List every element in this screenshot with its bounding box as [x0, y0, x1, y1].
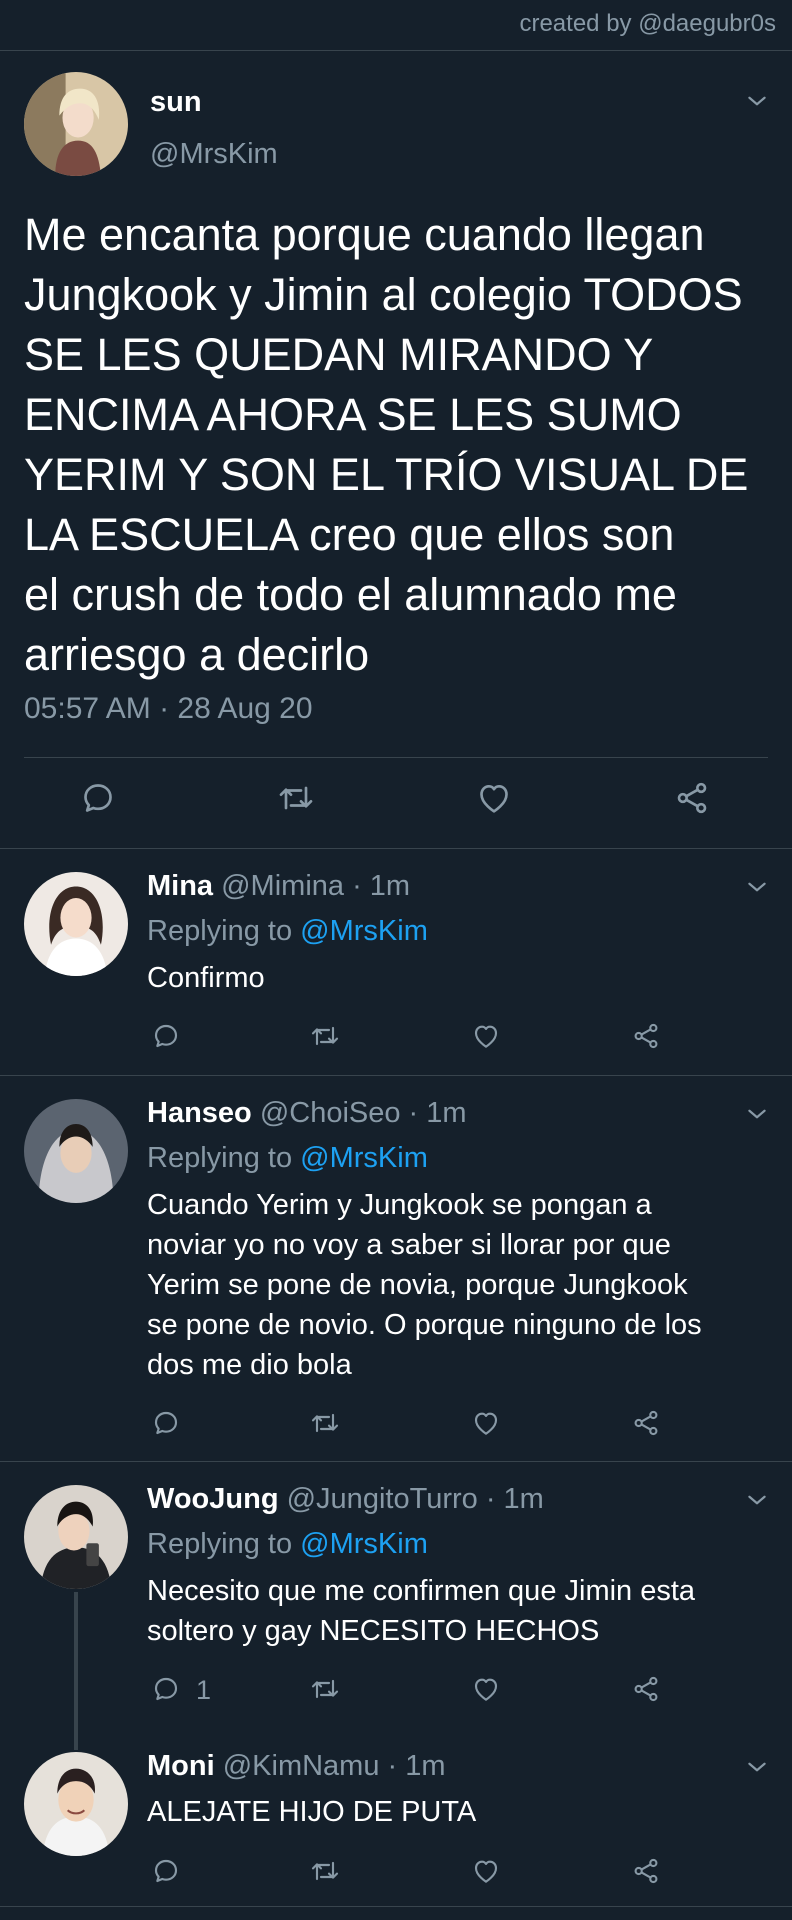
reply-icon[interactable] — [150, 1855, 182, 1887]
author-handle-time: @KimNamu · 1m — [214, 1750, 446, 1782]
tweet-timestamp[interactable]: 05:57 AM · 28 Aug 20 — [24, 692, 313, 726]
avatar[interactable] — [24, 1485, 128, 1589]
reply-count: 1 — [196, 1675, 212, 1705]
avatar[interactable] — [24, 72, 128, 176]
divider — [24, 757, 768, 758]
replying-to-link[interactable]: @MrsKim — [300, 1528, 428, 1560]
chevron-down-icon[interactable] — [744, 1101, 770, 1127]
retweet-icon[interactable] — [276, 778, 316, 818]
like-icon[interactable] — [470, 1407, 502, 1439]
reply-actions: 1 — [0, 1673, 792, 1713]
replying-to: Replying to @MrsKim — [147, 915, 428, 948]
avatar[interactable] — [24, 872, 128, 976]
divider — [0, 1461, 792, 1462]
share-icon[interactable] — [672, 778, 712, 818]
reply-tweet: Mina @Mimina · 1m Replying to @MrsKim Co… — [0, 850, 792, 1074]
chevron-down-icon[interactable] — [744, 88, 770, 114]
author-handle[interactable]: @MrsKim — [150, 138, 278, 171]
retweet-icon[interactable] — [309, 1020, 341, 1052]
chevron-down-icon[interactable] — [744, 1754, 770, 1780]
share-icon[interactable] — [630, 1673, 662, 1705]
retweet-icon[interactable] — [309, 1855, 341, 1887]
reply-actions — [0, 1020, 792, 1060]
reply-tweet: WooJung @JungitoTurro · 1m Replying to @… — [0, 1463, 792, 1753]
replying-to: Replying to @MrsKim — [147, 1528, 428, 1561]
divider — [0, 1075, 792, 1076]
reply-icon[interactable] — [78, 778, 118, 818]
reply-actions — [0, 1407, 792, 1447]
chevron-down-icon[interactable] — [744, 1487, 770, 1513]
author-name[interactable]: WooJung — [147, 1483, 279, 1515]
reply-tweet: Moni @KimNamu · 1m ALEJATE HIJO DE PUTA — [0, 1730, 792, 1910]
replying-to-link[interactable]: @MrsKim — [300, 915, 428, 947]
like-icon[interactable] — [470, 1673, 502, 1705]
credit-text: created by @daegubr0s — [519, 10, 776, 37]
replying-to-label: Replying to — [147, 915, 301, 947]
top-divider — [0, 50, 792, 51]
chevron-down-icon[interactable] — [744, 874, 770, 900]
reply-text: Cuando Yerim y Jungkook se pongan a novi… — [147, 1189, 702, 1381]
author-handle-time: @JungitoTurro · 1m — [278, 1483, 544, 1515]
author-name[interactable]: Moni — [147, 1750, 215, 1782]
replying-to-link[interactable]: @MrsKim — [300, 1142, 428, 1174]
retweet-icon[interactable] — [309, 1407, 341, 1439]
tweet-text: Me encanta porque cuando llegan Jungkook… — [24, 209, 749, 680]
avatar[interactable] — [24, 1099, 128, 1203]
divider — [0, 848, 792, 849]
replying-to: Replying to @MrsKim — [147, 1142, 428, 1175]
retweet-icon[interactable] — [309, 1673, 341, 1705]
share-icon[interactable] — [630, 1855, 662, 1887]
reply-tweet: Hanseo @ChoiSeo · 1m Replying to @MrsKim… — [0, 1077, 792, 1460]
reply-actions — [0, 1855, 792, 1895]
like-icon[interactable] — [474, 778, 514, 818]
like-icon[interactable] — [470, 1020, 502, 1052]
replying-to-label: Replying to — [147, 1142, 301, 1174]
reply-text: Necesito que me confirmen que Jimin esta… — [147, 1575, 696, 1647]
author-name[interactable]: sun — [150, 86, 202, 119]
reply-icon[interactable] — [150, 1673, 182, 1705]
reply-text: Confirmo — [147, 962, 265, 994]
reply-text: ALEJATE HIJO DE PUTA — [147, 1796, 477, 1828]
reply-icon[interactable] — [150, 1020, 182, 1052]
author-name[interactable]: Hanseo — [147, 1097, 252, 1129]
author-handle-time: @ChoiSeo · 1m — [251, 1097, 467, 1129]
replying-to-label: Replying to — [147, 1528, 301, 1560]
divider — [0, 1906, 792, 1907]
author-name[interactable]: Mina — [147, 870, 213, 902]
like-icon[interactable] — [470, 1855, 502, 1887]
tweet-actions — [0, 778, 792, 828]
author-handle-time: @Mimina · 1m — [213, 870, 411, 902]
share-icon[interactable] — [630, 1407, 662, 1439]
reply-icon[interactable] — [150, 1407, 182, 1439]
avatar[interactable] — [24, 1752, 128, 1856]
share-icon[interactable] — [630, 1020, 662, 1052]
